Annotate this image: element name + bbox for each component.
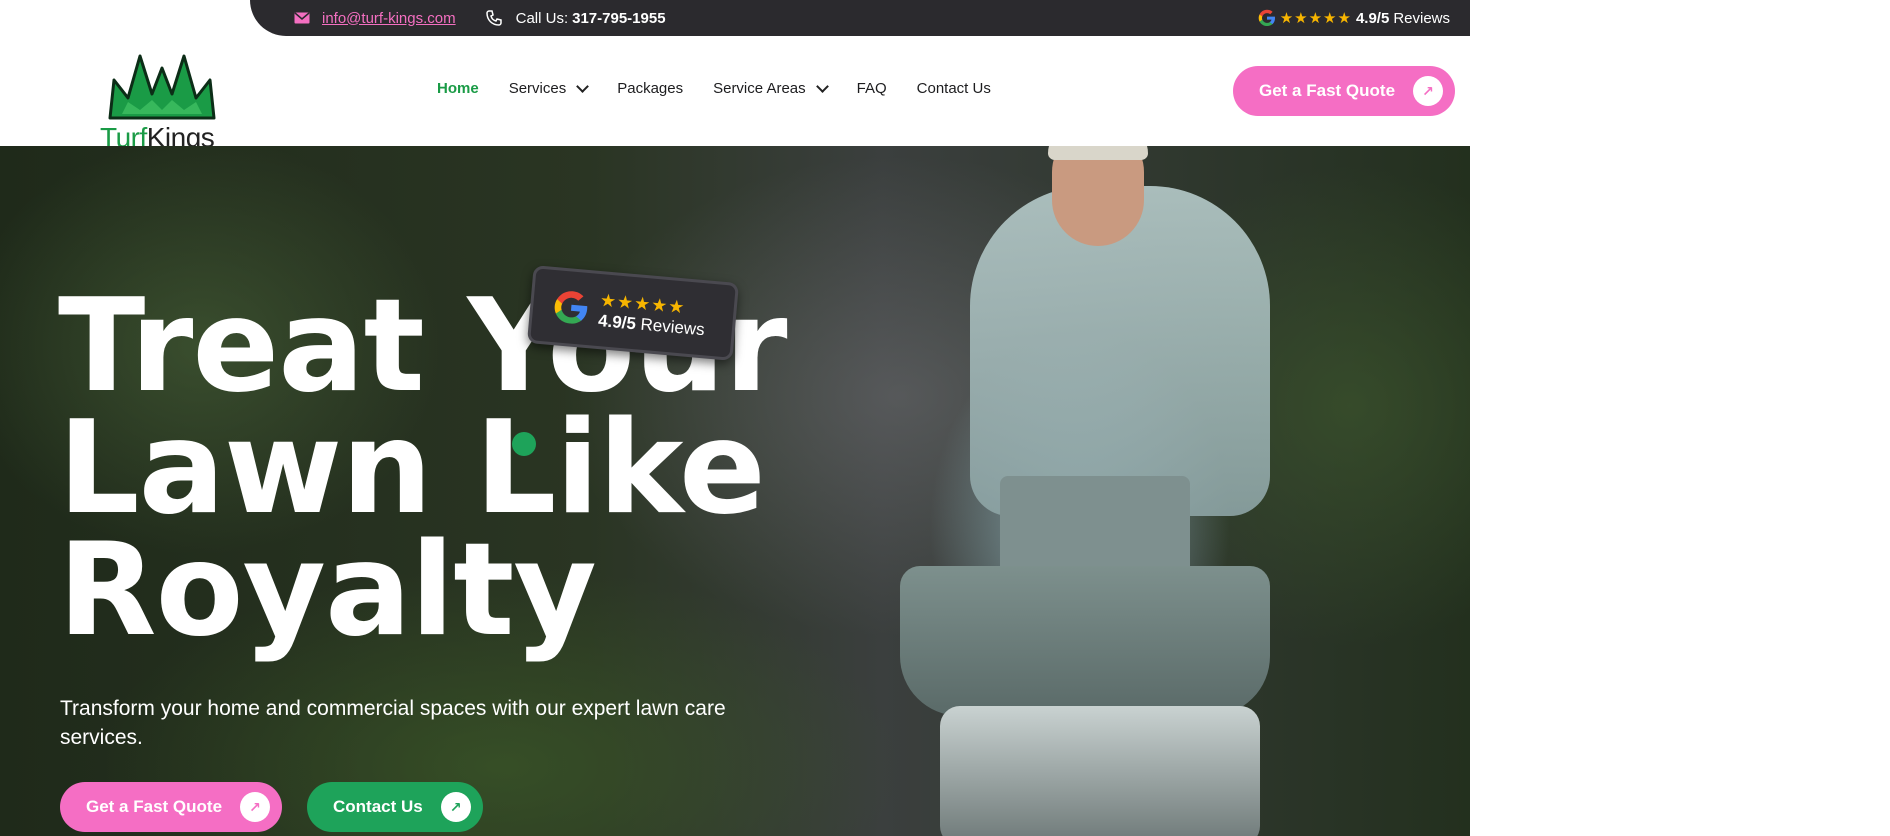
nav-service-areas-label: Service Areas xyxy=(713,80,806,97)
nav-service-areas[interactable]: Service Areas xyxy=(713,80,829,97)
hero-section: Treat Your Lawn Like Royalty ★★★★★ 4.9/5… xyxy=(0,146,1470,836)
nav-services-label: Services xyxy=(508,80,567,97)
star-icon: ★★★★★ xyxy=(1279,10,1352,27)
nav-packages[interactable]: Packages xyxy=(617,80,683,97)
mail-icon xyxy=(294,12,310,24)
top-rating[interactable]: ★★★★★ 4.9/5 Reviews xyxy=(1258,9,1450,27)
arrow-up-right-icon: ↗ xyxy=(240,792,271,822)
rating-score: 4.9/5 xyxy=(1355,9,1390,27)
hero-quote-button[interactable]: Get a Fast Quote ↗ xyxy=(60,782,283,832)
badge-text: ★★★★★ 4.9/5 Reviews xyxy=(597,290,707,340)
phone-icon xyxy=(485,10,502,26)
nav-contact[interactable]: Contact Us xyxy=(917,80,991,97)
hero-photo-worker xyxy=(900,146,1280,836)
nav-home[interactable]: Home xyxy=(437,80,479,97)
logo[interactable]: TurfKings xyxy=(100,52,224,160)
phone-number-link[interactable]: 317-795-1955 xyxy=(572,10,665,27)
hero-quote-label: Get a Fast Quote xyxy=(86,797,223,816)
email-link[interactable]: info@turf-kings.com xyxy=(322,10,456,27)
phone-label: Call Us: xyxy=(515,9,569,27)
header-quote-button[interactable]: Get a Fast Quote ↗ xyxy=(1233,66,1456,116)
badge-score: 4.9/5 xyxy=(597,310,637,333)
nav-packages-label: Packages xyxy=(617,80,684,97)
nav-home-label: Home xyxy=(437,80,479,97)
title-accent-dot xyxy=(512,432,536,456)
arrow-up-right-icon: ↗ xyxy=(1413,76,1444,106)
hero-contact-button[interactable]: Contact Us ↗ xyxy=(307,782,483,832)
phone-contact: Call Us: 317-795-1955 xyxy=(485,9,666,27)
page: info@turf-kings.com Call Us: 317-795-195… xyxy=(0,0,1470,836)
hero-title-line-3: Royalty xyxy=(58,516,597,665)
chevron-down-icon xyxy=(815,80,829,93)
hero-contact-label: Contact Us xyxy=(333,797,423,816)
logo-grass-crown xyxy=(108,54,216,120)
chevron-down-icon xyxy=(576,80,590,93)
site-header: TurfKings Home Services Packages Service… xyxy=(0,36,1470,153)
google-icon xyxy=(554,291,588,324)
arrow-up-right-icon: ↗ xyxy=(440,792,471,822)
email-contact: info@turf-kings.com xyxy=(294,10,456,27)
google-icon xyxy=(1258,9,1275,26)
rating-suffix: Reviews xyxy=(1393,9,1450,27)
nav-faq[interactable]: FAQ xyxy=(857,80,887,97)
top-bar: info@turf-kings.com Call Us: 317-795-195… xyxy=(250,0,1470,36)
nav-faq-label: FAQ xyxy=(856,80,887,97)
nav-contact-label: Contact Us xyxy=(916,80,991,97)
hero-subtitle: Transform your home and commercial space… xyxy=(60,697,726,749)
hero-title-line-2: Lawn Like xyxy=(58,394,766,543)
header-quote-label: Get a Fast Quote xyxy=(1259,81,1396,100)
main-nav: Home Services Packages Service Areas FAQ… xyxy=(437,80,991,97)
nav-services[interactable]: Services xyxy=(508,80,590,97)
